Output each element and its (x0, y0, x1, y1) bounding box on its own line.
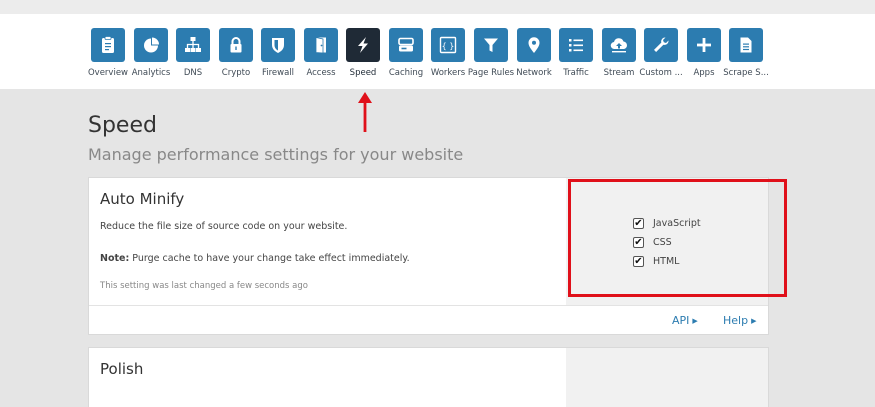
caret-right-icon: ▶ (692, 317, 698, 325)
polish-info: Polish (89, 348, 566, 407)
polish-settings (566, 348, 768, 407)
filter-icon (474, 28, 508, 62)
nav-item-crypto[interactable]: Crypto (214, 28, 258, 78)
polish-title: Polish (100, 360, 144, 378)
nav-item-scrape-shield[interactable]: Scrape S... (723, 28, 769, 78)
nav-item-apps[interactable]: Apps (682, 28, 726, 78)
nav-label-custom: Custom ... (639, 68, 683, 78)
location-pin-icon (517, 28, 551, 62)
nav-label-analytics: Analytics (131, 68, 171, 78)
nav-item-dns[interactable]: DNS (171, 28, 215, 78)
nav-label-page-rules: Page Rules (467, 68, 515, 78)
nav-item-firewall[interactable]: Firewall (256, 28, 300, 78)
red-highlight-box (568, 179, 787, 297)
lightning-icon (346, 28, 380, 62)
list-icon (559, 28, 593, 62)
auto-minify-title: Auto Minify (100, 190, 185, 208)
server-icon (389, 28, 423, 62)
polish-card: Polish (88, 347, 769, 407)
nav-item-workers[interactable]: { } Workers (426, 28, 470, 78)
nav-label-network: Network (516, 68, 552, 78)
shield-icon (261, 28, 295, 62)
nav-label-apps: Apps (693, 68, 715, 78)
nav-bar: Overview Analytics DNS Crypto Firewall A… (0, 14, 875, 89)
nav-item-overview[interactable]: Overview (86, 28, 130, 78)
door-icon (304, 28, 338, 62)
api-link-label: API (672, 314, 690, 327)
api-link[interactable]: API ▶ (672, 314, 698, 327)
page-subtitle: Manage performance settings for your web… (88, 145, 464, 164)
cloud-upload-icon (602, 28, 636, 62)
auto-minify-footer: API ▶ Help ▶ (89, 305, 768, 334)
last-changed-text: This setting was last changed a few seco… (100, 281, 308, 291)
document-icon (729, 28, 763, 62)
page-title: Speed (88, 113, 157, 138)
note-text: Purge cache to have your change take eff… (129, 253, 410, 264)
auto-minify-note: Note: Purge cache to have your change ta… (100, 253, 410, 264)
code-braces-icon: { } (431, 28, 465, 62)
red-arrow-annotation (358, 92, 372, 132)
help-link[interactable]: Help ▶ (723, 314, 756, 327)
help-link-label: Help (723, 314, 749, 327)
nav-item-caching[interactable]: Caching (384, 28, 428, 78)
nav-label-dns: DNS (183, 68, 203, 78)
nav-label-stream: Stream (603, 68, 635, 78)
nav-item-analytics[interactable]: Analytics (129, 28, 173, 78)
nav-item-traffic[interactable]: Traffic (554, 28, 598, 78)
nav-item-access[interactable]: Access (299, 28, 343, 78)
pie-chart-icon (134, 28, 168, 62)
nav-label-speed: Speed (349, 68, 377, 78)
nav-label-overview: Overview (87, 68, 129, 78)
nav-item-page-rules[interactable]: Page Rules (467, 28, 515, 78)
network-tree-icon (176, 28, 210, 62)
clipboard-icon (91, 28, 125, 62)
nav-item-custom[interactable]: Custom ... (639, 28, 683, 78)
auto-minify-description: Reduce the file size of source code on y… (100, 221, 348, 232)
nav-item-stream[interactable]: Stream (597, 28, 641, 78)
nav-label-workers: Workers (430, 68, 466, 78)
nav-label-traffic: Traffic (563, 68, 589, 78)
nav-label-crypto: Crypto (221, 68, 251, 78)
plus-icon (687, 28, 721, 62)
note-label: Note: (100, 253, 130, 264)
svg-text:{ }: { } (442, 42, 455, 51)
nav-label-firewall: Firewall (261, 68, 295, 78)
nav-item-network[interactable]: Network (512, 28, 556, 78)
nav-label-scrape-shield: Scrape S... (723, 68, 769, 78)
wrench-icon (644, 28, 678, 62)
caret-right-icon: ▶ (751, 317, 757, 325)
nav-item-speed[interactable]: Speed (341, 28, 385, 78)
nav-label-access: Access (306, 68, 336, 78)
lock-icon (219, 28, 253, 62)
nav-label-caching: Caching (388, 68, 424, 78)
top-strip (0, 0, 875, 14)
